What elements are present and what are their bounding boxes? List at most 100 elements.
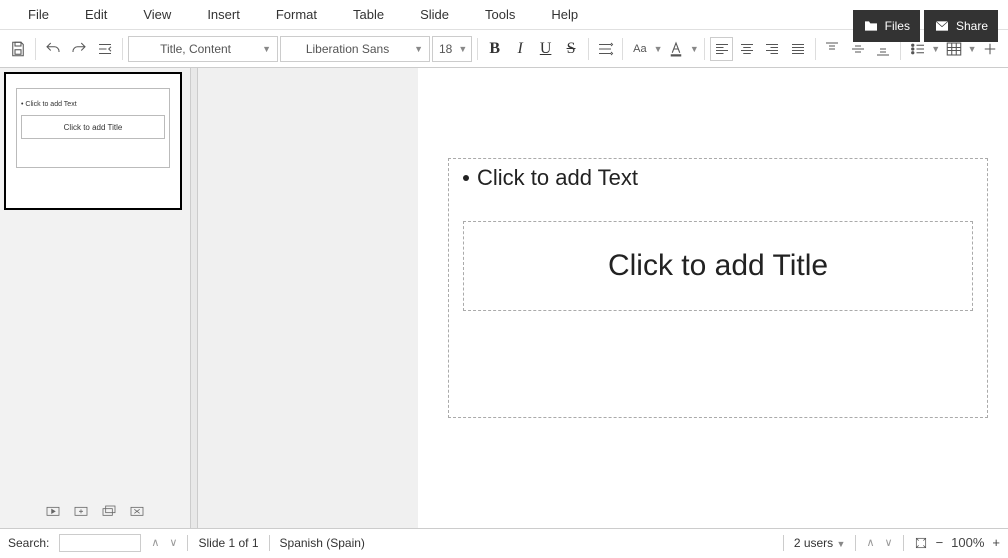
layout-dropdown[interactable]: Title, Content ▼ bbox=[128, 36, 278, 62]
search-input[interactable] bbox=[59, 534, 141, 552]
workspace: • Click to add Text Click to add Title C… bbox=[0, 68, 1008, 528]
users-indicator[interactable]: 2 users ▼ bbox=[794, 536, 846, 550]
redo-icon bbox=[70, 40, 88, 58]
zoom-in-button[interactable]: + bbox=[992, 535, 1000, 550]
slide-counter: Slide 1 of 1 bbox=[198, 536, 258, 550]
outdent-button[interactable] bbox=[93, 37, 117, 61]
nav-down-button[interactable]: ∨ bbox=[885, 536, 893, 549]
case-button[interactable]: Aa bbox=[628, 37, 651, 61]
share-button[interactable]: Share bbox=[924, 10, 998, 42]
chevron-down-icon[interactable]: ▼ bbox=[968, 44, 977, 54]
search-label: Search: bbox=[8, 536, 49, 550]
bullets-icon bbox=[909, 40, 927, 58]
menu-help[interactable]: Help bbox=[533, 7, 596, 22]
thumb-text-placeholder: • Click to add Text bbox=[21, 101, 77, 108]
menu-slide[interactable]: Slide bbox=[402, 7, 467, 22]
separator bbox=[704, 38, 705, 60]
font-value: Liberation Sans bbox=[306, 42, 389, 56]
separator bbox=[855, 535, 856, 551]
title-placeholder[interactable]: Click to add Title bbox=[463, 221, 973, 311]
overflow-icon bbox=[981, 40, 999, 58]
menu-format[interactable]: Format bbox=[258, 7, 335, 22]
canvas-area: Click to add Text Click to add Title bbox=[198, 68, 1008, 528]
separator bbox=[783, 535, 784, 551]
fontsize-dropdown[interactable]: 18 ▼ bbox=[432, 36, 472, 62]
separator bbox=[187, 535, 188, 551]
menu-edit[interactable]: Edit bbox=[67, 7, 125, 22]
chevron-down-icon: ▼ bbox=[458, 44, 467, 54]
valign-bottom-icon bbox=[874, 40, 892, 58]
font-dropdown[interactable]: Liberation Sans ▼ bbox=[280, 36, 430, 62]
valign-top-icon bbox=[823, 40, 841, 58]
menu-view[interactable]: View bbox=[125, 7, 189, 22]
chevron-down-icon: ▼ bbox=[262, 44, 271, 54]
align-justify-button[interactable] bbox=[786, 37, 809, 61]
zoom-out-button[interactable]: − bbox=[936, 535, 944, 550]
menu-table[interactable]: Table bbox=[335, 7, 402, 22]
spacing-button[interactable] bbox=[594, 37, 617, 61]
spacing-icon bbox=[596, 40, 614, 58]
italic-button[interactable]: I bbox=[508, 37, 531, 61]
thumb-title-box: Click to add Title bbox=[21, 115, 165, 139]
separator bbox=[622, 38, 623, 60]
layout-value: Title, Content bbox=[160, 42, 231, 56]
chevron-down-icon[interactable]: ▼ bbox=[654, 44, 663, 54]
valign-middle-icon bbox=[849, 40, 867, 58]
separator bbox=[35, 38, 36, 60]
align-left-icon bbox=[713, 40, 731, 58]
fontcolor-icon bbox=[667, 40, 685, 58]
top-right-buttons: Files Share bbox=[853, 10, 998, 42]
separator bbox=[269, 535, 270, 551]
valign-top-button[interactable] bbox=[821, 37, 844, 61]
play-icon[interactable] bbox=[45, 504, 61, 520]
chevron-down-icon[interactable]: ▼ bbox=[690, 44, 699, 54]
files-button[interactable]: Files bbox=[853, 10, 920, 42]
redo-button[interactable] bbox=[67, 37, 91, 61]
chevron-down-icon: ▼ bbox=[414, 44, 423, 54]
content-placeholder[interactable]: Click to add Text Click to add Title bbox=[448, 158, 988, 418]
save-icon bbox=[9, 40, 27, 58]
align-left-button[interactable] bbox=[710, 37, 733, 61]
zoom-control: − 100% + bbox=[914, 535, 1000, 550]
strike-button[interactable]: S bbox=[559, 37, 582, 61]
slide-canvas[interactable]: Click to add Text Click to add Title bbox=[418, 68, 1008, 528]
chevron-down-icon[interactable]: ▼ bbox=[931, 44, 940, 54]
separator bbox=[122, 38, 123, 60]
fit-icon[interactable] bbox=[914, 536, 928, 550]
separator bbox=[815, 38, 816, 60]
slide-panel-toolbar bbox=[0, 504, 190, 520]
slide-thumb-1[interactable]: • Click to add Text Click to add Title bbox=[4, 72, 182, 210]
fontsize-value: 18 bbox=[439, 42, 452, 56]
outdent-icon bbox=[96, 40, 114, 58]
share-label: Share bbox=[956, 19, 988, 33]
underline-button[interactable]: U bbox=[534, 37, 557, 61]
text-placeholder[interactable]: Click to add Text bbox=[449, 159, 987, 197]
search-prev-button[interactable]: ∧ bbox=[151, 536, 159, 549]
table-icon bbox=[945, 40, 963, 58]
align-center-icon bbox=[738, 40, 756, 58]
separator bbox=[477, 38, 478, 60]
new-slide-icon[interactable] bbox=[73, 504, 89, 520]
delete-slide-icon[interactable] bbox=[129, 504, 145, 520]
splitter[interactable] bbox=[190, 68, 198, 528]
duplicate-slide-icon[interactable] bbox=[101, 504, 117, 520]
fontcolor-button[interactable] bbox=[664, 37, 687, 61]
slide-panel: • Click to add Text Click to add Title bbox=[0, 68, 190, 528]
align-right-button[interactable] bbox=[761, 37, 784, 61]
nav-up-button[interactable]: ∧ bbox=[866, 536, 874, 549]
chevron-down-icon: ▼ bbox=[837, 539, 846, 549]
align-center-button[interactable] bbox=[735, 37, 758, 61]
bold-button[interactable]: B bbox=[483, 37, 506, 61]
search-next-button[interactable]: ∨ bbox=[169, 536, 177, 549]
menu-tools[interactable]: Tools bbox=[467, 7, 533, 22]
language-indicator[interactable]: Spanish (Spain) bbox=[280, 536, 365, 550]
undo-button[interactable] bbox=[41, 37, 65, 61]
separator bbox=[903, 535, 904, 551]
files-label: Files bbox=[885, 19, 910, 33]
bullet-icon bbox=[463, 175, 469, 181]
menu-insert[interactable]: Insert bbox=[189, 7, 258, 22]
undo-icon bbox=[44, 40, 62, 58]
save-button[interactable] bbox=[6, 37, 30, 61]
separator bbox=[588, 38, 589, 60]
menu-file[interactable]: File bbox=[10, 7, 67, 22]
